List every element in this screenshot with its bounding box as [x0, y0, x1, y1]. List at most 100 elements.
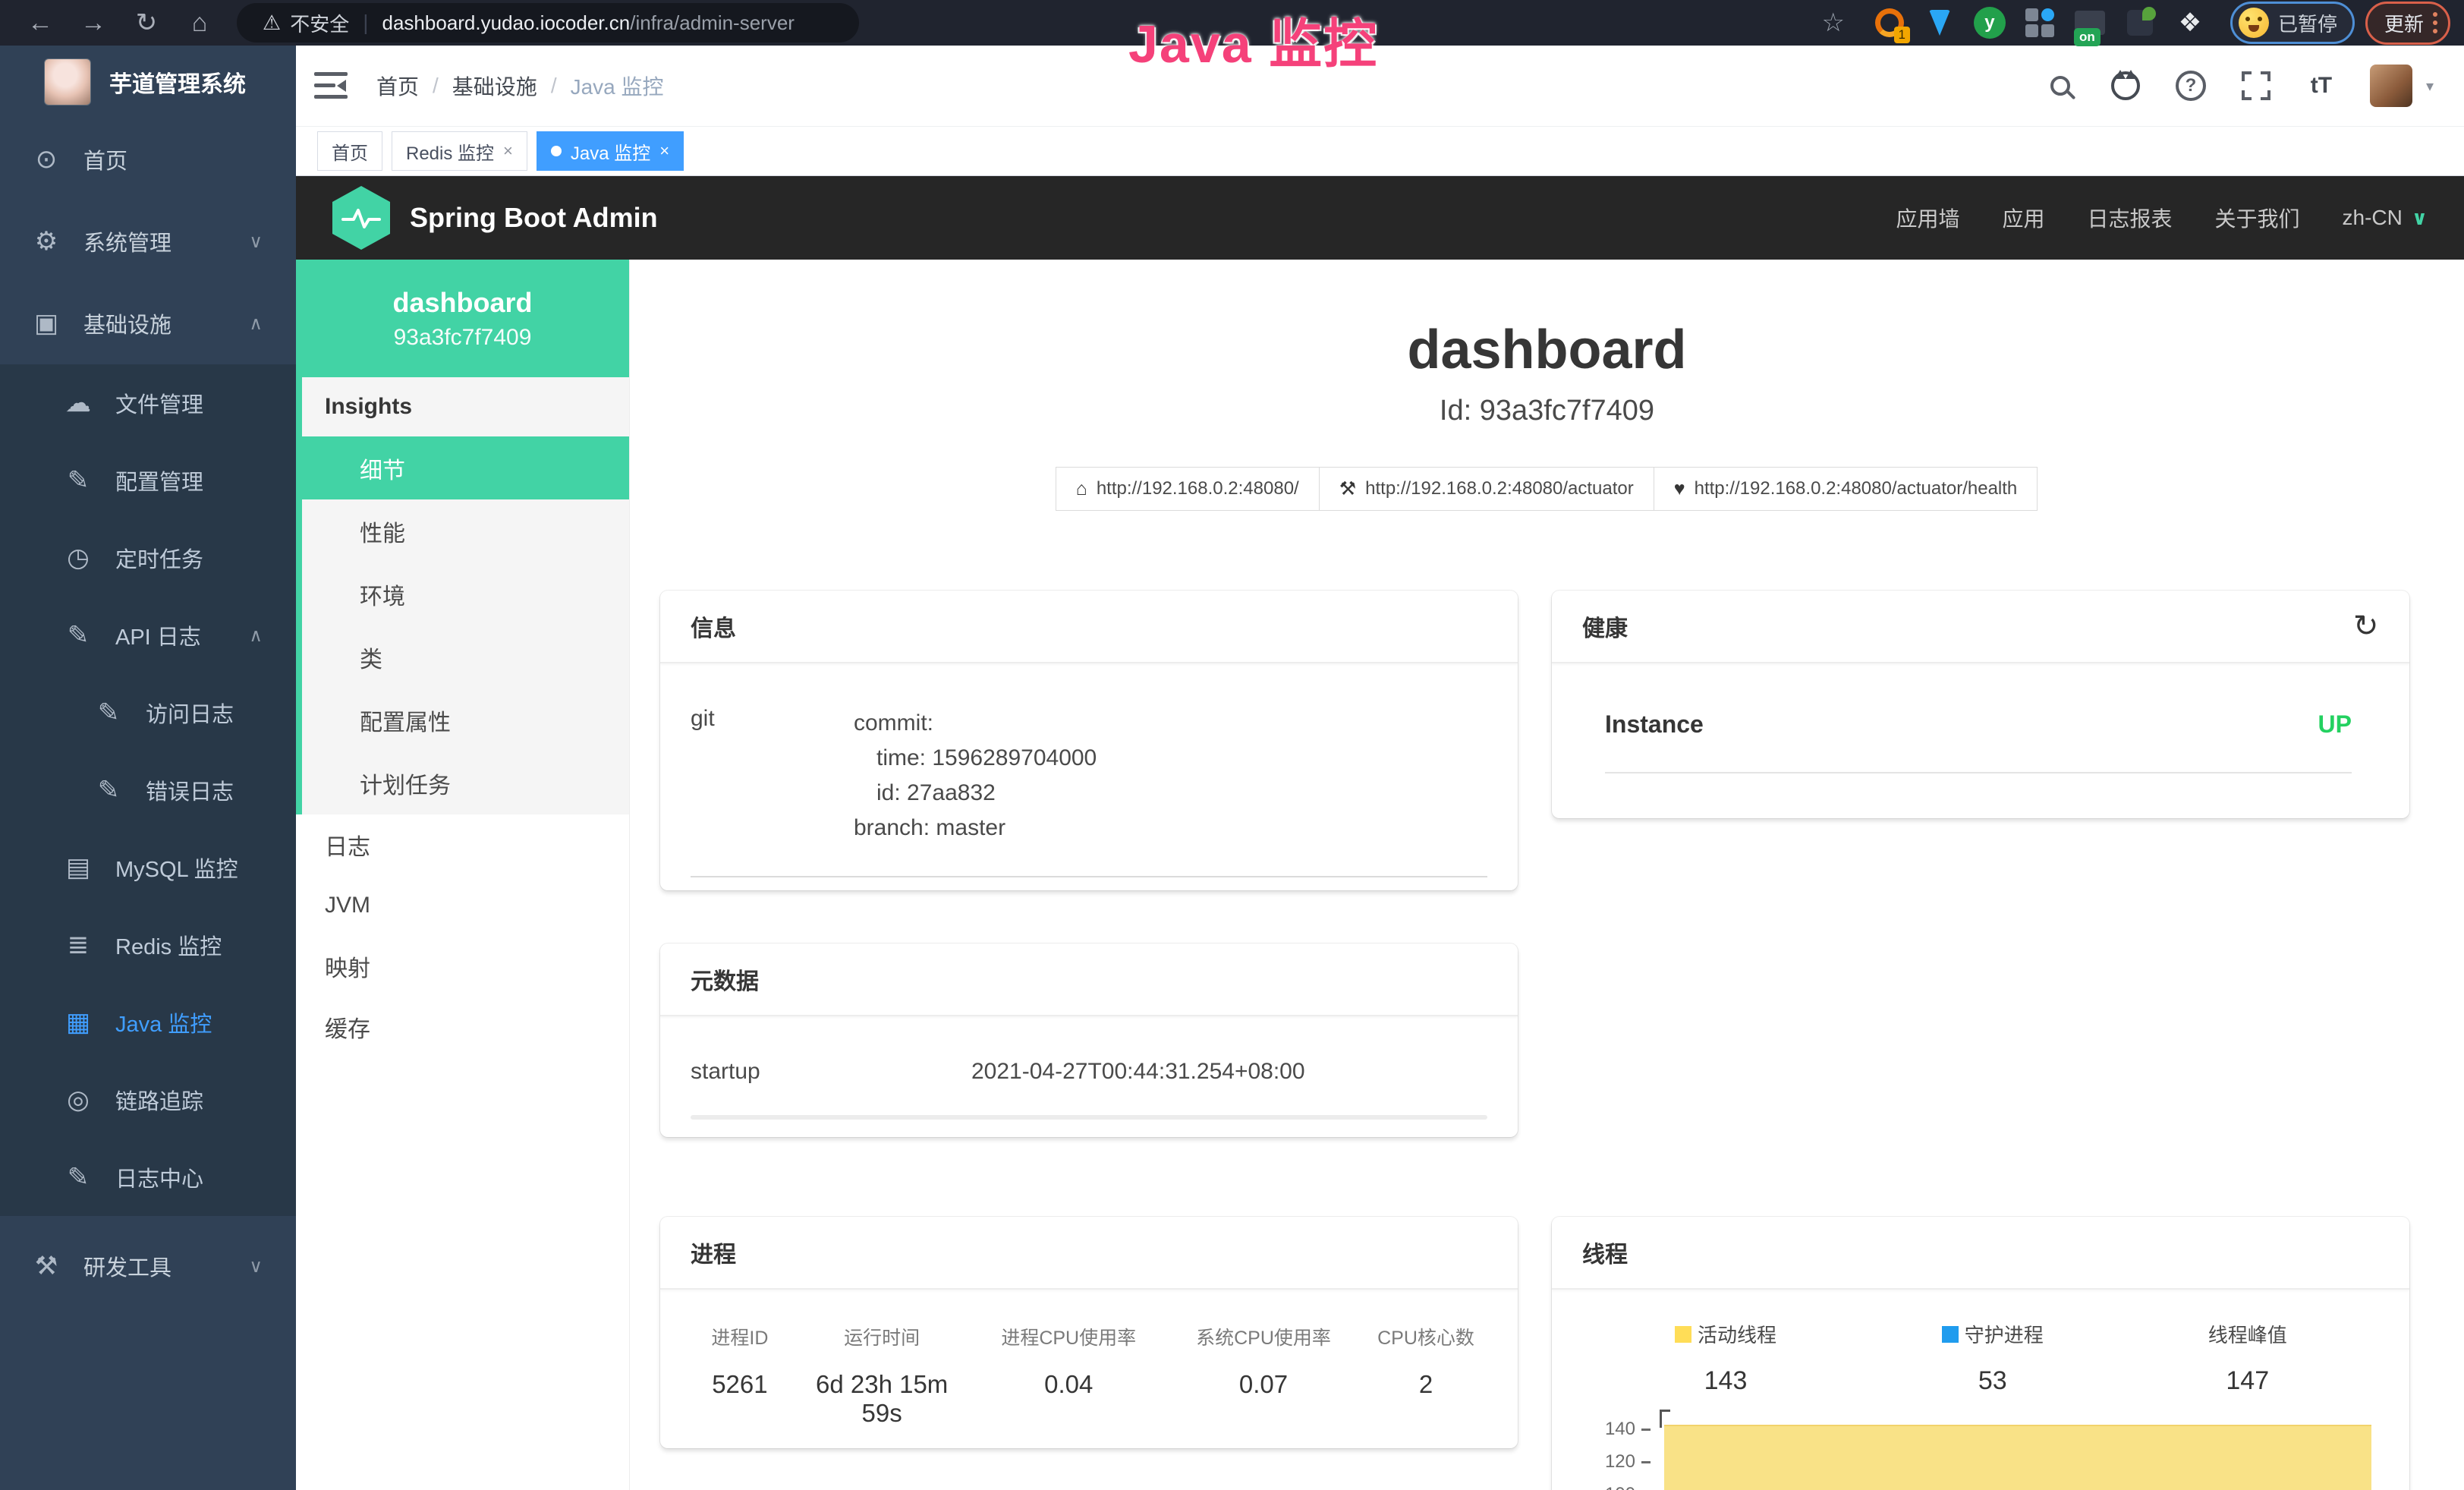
health-url-chip[interactable]: ♥ http://192.168.0.2:48080/actuator/heal…	[1654, 467, 2038, 511]
breadcrumb-infra[interactable]: 基础设施	[452, 71, 537, 101]
extension-pin-icon[interactable]	[1922, 5, 1957, 40]
wrench-icon: ⚒	[1339, 477, 1356, 500]
fullscreen-icon[interactable]	[2239, 69, 2273, 102]
browser-back-icon[interactable]: ←	[14, 8, 67, 38]
sidebar-item-mysql[interactable]: ▤ MySQL 监控	[0, 829, 296, 906]
menu-item-jvm[interactable]: JVM	[296, 875, 629, 936]
browser-profile-chip[interactable]: 已暂停	[2230, 2, 2355, 44]
sidebar-item-access-log[interactable]: ✎ 访问日志	[0, 674, 296, 751]
menu-item-mappings[interactable]: 映射	[296, 936, 629, 997]
active-tab-dot	[551, 146, 562, 156]
avatar-caret-icon[interactable]: ▾	[2426, 77, 2434, 96]
instance-id-line: Id: 93a3fc7f7409	[630, 395, 2464, 427]
actuator-url-chip[interactable]: ⚒ http://192.168.0.2:48080/actuator	[1319, 467, 1654, 511]
heartbeat-icon: ♥	[1674, 478, 1685, 500]
menu-item-metrics[interactable]: 性能	[302, 499, 629, 562]
browser-reload-icon[interactable]: ↻	[120, 8, 173, 38]
extension-orange-icon[interactable]: 1	[1872, 5, 1907, 40]
app-title: 芋道管理系统	[109, 65, 246, 99]
tab-redis[interactable]: Redis 监控 ×	[392, 131, 527, 171]
sba-language-select[interactable]: zh-CN ∨	[2343, 206, 2428, 230]
menu-item-scheduledtasks[interactable]: 计划任务	[302, 751, 629, 814]
sidebar-item-files[interactable]: ☁ 文件管理	[0, 364, 296, 442]
menu-item-details[interactable]: 细节	[296, 436, 629, 499]
sidebar-item-config[interactable]: ✎ 配置管理	[0, 442, 296, 519]
health-status-badge: UP	[2318, 710, 2352, 739]
history-icon[interactable]: ↺	[2353, 609, 2379, 644]
address-bar[interactable]: ⚠ 不安全 | dashboard.yudao.iocoder.cn /infr…	[237, 3, 859, 43]
security-label[interactable]: 不安全	[290, 9, 349, 37]
extension-leaf-icon[interactable]	[2123, 5, 2157, 40]
font-size-icon[interactable]: tT	[2305, 69, 2338, 102]
chevron-down-icon: ∨	[249, 231, 263, 253]
menu-item-logs[interactable]: 日志	[296, 814, 629, 875]
infra-submenu: ☁ 文件管理 ✎ 配置管理 ◷ 定时任务 ✎ API 日志 ∧ ✎	[0, 364, 296, 1216]
breadcrumb-current: Java 监控	[571, 71, 664, 101]
on-badge: on	[2074, 28, 2101, 46]
menu-item-classes[interactable]: 类	[302, 625, 629, 688]
chevron-down-icon: ∨	[249, 1255, 263, 1277]
sidebar-item-home[interactable]: ⊙ 首页	[0, 118, 296, 200]
java-monitor-icon: ▦	[61, 1007, 96, 1038]
health-card: 健康 ↺ Instance UP	[1552, 591, 2409, 818]
instance-name: dashboard	[392, 287, 532, 319]
sidebar-item-tracing[interactable]: ◎ 链路追踪	[0, 1061, 296, 1139]
extensions-puzzle-icon[interactable]: ❖	[2173, 5, 2208, 40]
extension-green-icon[interactable]: y	[1972, 5, 2007, 40]
url-path[interactable]: /infra/admin-server	[630, 11, 795, 35]
extension-grid-icon[interactable]	[2022, 5, 2057, 40]
screen: ← → ↻ ⌂ ⚠ 不安全 | dashboard.yudao.iocoder.…	[0, 0, 2464, 1490]
browser-forward-icon[interactable]: →	[67, 8, 120, 38]
sidebar-item-label: Redis 监控	[115, 929, 222, 961]
help-icon[interactable]: ?	[2174, 69, 2208, 102]
sba-brand-title[interactable]: Spring Boot Admin	[410, 202, 658, 234]
browser-update-button[interactable]: 更新	[2365, 2, 2450, 45]
health-card-title: 健康	[1582, 610, 1628, 643]
sidebar-item-error-log[interactable]: ✎ 错误日志	[0, 751, 296, 829]
sba-nav-applications[interactable]: 应用	[2002, 203, 2044, 233]
sidebar-collapse-icon[interactable]	[314, 72, 348, 99]
edit-icon: ✎	[61, 465, 96, 496]
close-icon[interactable]: ×	[659, 141, 669, 161]
sidebar-item-redis[interactable]: ≣ Redis 监控	[0, 906, 296, 984]
app-logo[interactable]: 芋道管理系统	[0, 46, 296, 118]
sidebar-item-infra[interactable]: ▣ 基础设施 ∧	[0, 282, 296, 364]
sba-logo-icon[interactable]	[332, 186, 390, 250]
sidebar-item-jobs[interactable]: ◷ 定时任务	[0, 519, 296, 597]
info-card: 信息 git commit: time: 1596289704000 id: 2	[660, 591, 1518, 890]
sidebar-item-system[interactable]: ⚙ 系统管理 ∨	[0, 200, 296, 282]
browser-home-icon[interactable]: ⌂	[173, 8, 226, 38]
search-icon[interactable]	[2044, 69, 2077, 102]
service-url-chip[interactable]: ⌂ http://192.168.0.2:48080/	[1056, 467, 1320, 511]
browser-menu-icon[interactable]	[2433, 12, 2437, 33]
sba-nav-wallboard[interactable]: 应用墙	[1896, 203, 1959, 233]
sba-nav-about[interactable]: 关于我们	[2215, 203, 2300, 233]
menu-item-environment[interactable]: 环境	[302, 562, 629, 625]
sba-nav-journal[interactable]: 日志报表	[2088, 203, 2173, 233]
sidebar-item-java[interactable]: ▦ Java 监控	[0, 984, 296, 1061]
sidebar-item-label: 定时任务	[115, 542, 203, 574]
github-icon[interactable]	[2109, 69, 2142, 102]
menu-item-caches[interactable]: 缓存	[296, 997, 629, 1057]
close-icon[interactable]: ×	[503, 141, 513, 161]
sidebar-item-label: 首页	[83, 143, 127, 175]
app-header: 首页 / 基础设施 / Java 监控 ? tT ▾	[296, 46, 2464, 127]
url-host[interactable]: dashboard.yudao.iocoder.cn	[382, 11, 631, 35]
bookmark-star-icon[interactable]: ☆	[1821, 8, 1844, 38]
insights-group-label[interactable]: Insights	[302, 377, 629, 436]
sidebar-item-label: Java 监控	[115, 1006, 212, 1038]
breadcrumb-home[interactable]: 首页	[376, 71, 419, 101]
sidebar-item-api-log[interactable]: ✎ API 日志 ∧	[0, 597, 296, 674]
tab-java[interactable]: Java 监控 ×	[537, 131, 684, 171]
instance-header[interactable]: dashboard 93a3fc7f7409	[296, 260, 629, 377]
tab-home[interactable]: 首页	[317, 131, 382, 171]
breadcrumb: 首页 / 基础设施 / Java 监控	[376, 71, 664, 101]
menu-item-configprops[interactable]: 配置属性	[302, 688, 629, 751]
user-avatar[interactable]	[2370, 65, 2412, 107]
instance-urls: ⌂ http://192.168.0.2:48080/ ⚒ http://192…	[630, 467, 2464, 511]
sidebar-item-log-center[interactable]: ✎ 日志中心	[0, 1139, 296, 1216]
active-threads-swatch	[1675, 1326, 1691, 1343]
sidebar-item-devtools[interactable]: ⚒ 研发工具 ∨	[0, 1225, 296, 1307]
server-icon: ▤	[61, 852, 96, 883]
extension-switch-icon[interactable]: on	[2072, 5, 2107, 40]
